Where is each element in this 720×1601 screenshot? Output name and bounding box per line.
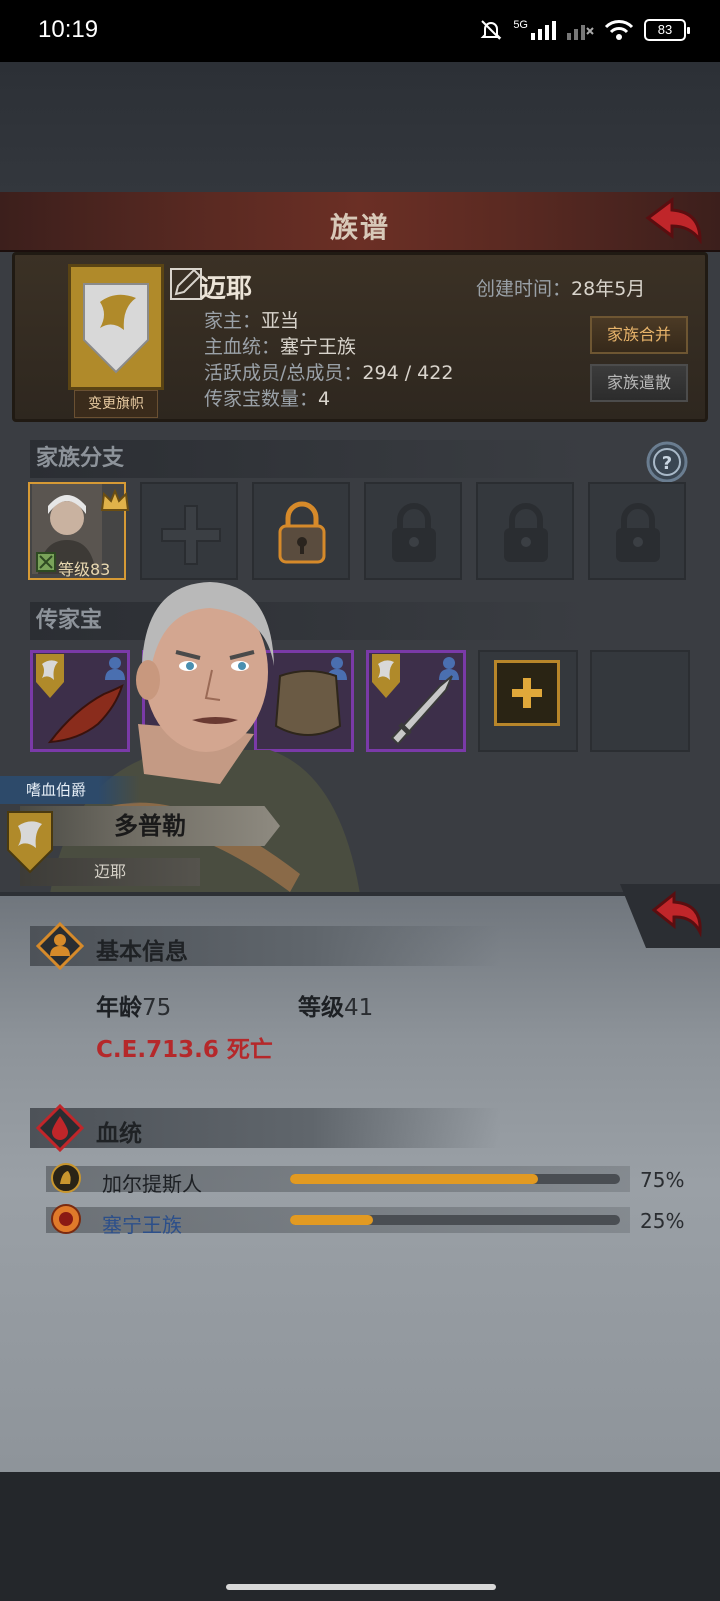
person-info-icon <box>36 922 84 970</box>
branch-flag-icon <box>36 552 56 572</box>
heirloom-count-label: 传家宝数量： <box>204 388 319 410</box>
heirloom-count-line: 传家宝数量：4 <box>204 384 330 411</box>
branches-header: 家族分支 <box>30 440 590 478</box>
backdrop <box>0 62 720 192</box>
bloodline-name-1: 加尔提斯人 <box>102 1172 202 1196</box>
patriarch-value: 亚当 <box>261 310 300 332</box>
patriarch-label: 家主： <box>204 310 262 332</box>
status-time: 10:19 <box>38 16 99 43</box>
family-merge-button[interactable]: 家族合并 <box>590 316 688 354</box>
bloodline-bar-2 <box>290 1215 620 1225</box>
level-label: 等级 <box>298 995 344 1021</box>
bloodline-percent-2: 25% <box>640 1209 685 1233</box>
lock-icon <box>616 503 660 562</box>
bloodline-value: 塞宁王族 <box>280 336 357 358</box>
back-arrow-icon[interactable] <box>644 196 706 244</box>
galtis-emblem-icon <box>51 1163 81 1193</box>
home-indicator[interactable] <box>226 1584 496 1590</box>
members-line: 活跃成员/总成员：294 / 422 <box>204 358 453 385</box>
edit-name-icon[interactable] <box>168 266 204 302</box>
unlockable-lock-icon <box>278 501 326 564</box>
heirloom-count-value: 4 <box>318 388 331 410</box>
sword-icon <box>390 675 453 746</box>
age-value: 75 <box>142 995 172 1021</box>
signal-icon <box>531 21 556 40</box>
bloodline-bar-1 <box>290 1174 620 1184</box>
status-icons: 5G 83 <box>479 18 690 42</box>
svg-text:?: ? <box>662 453 672 474</box>
change-banner-button[interactable]: 变更旗帜 <box>74 390 158 418</box>
back-arrow-icon[interactable] <box>652 890 708 940</box>
lock-icon <box>392 503 436 562</box>
battery-icon: 83 <box>644 19 690 41</box>
bloodline-title: 血统 <box>96 1121 142 1147</box>
bloodline-bar-fill-2 <box>290 1215 373 1225</box>
age-label: 年龄 <box>96 995 142 1021</box>
family-shield-icon <box>7 811 53 874</box>
signal-weak-icon <box>567 25 594 40</box>
bloodline-line: 主血统：塞宁王族 <box>204 332 356 359</box>
basic-info-title: 基本信息 <box>96 939 188 965</box>
character-title: 嗜血伯爵 <box>0 776 140 804</box>
lock-icon <box>504 503 548 562</box>
page-title: 族谱 <box>329 211 390 244</box>
bloodline-percent-1: 75% <box>640 1168 685 1192</box>
bottom-area <box>0 1472 720 1601</box>
plus-icon <box>512 678 542 708</box>
age-stat: 年龄75 <box>96 988 171 1022</box>
created-value: 28年5月 <box>571 278 646 300</box>
patriarch-line: 家主：亚当 <box>204 306 299 333</box>
created-label: 创建时间： <box>476 278 572 300</box>
members-label: 活跃成员/总成员： <box>204 362 363 384</box>
character-portrait <box>50 582 360 894</box>
bloodline-label: 主血统： <box>204 336 281 358</box>
level-value: 41 <box>344 995 374 1021</box>
status-bar: 10:19 5G 83 <box>0 0 720 62</box>
help-icon[interactable]: ? <box>645 440 689 484</box>
heirloom-slot-empty[interactable] <box>590 650 690 752</box>
family-name: 迈耶 <box>200 274 253 304</box>
bloodline-name-2: 塞宁王族 <box>102 1213 182 1237</box>
network-label: 5G <box>513 19 528 31</box>
mute-bell-icon <box>480 20 502 40</box>
wifi-icon <box>604 20 634 40</box>
created-time: 创建时间：28年5月 <box>476 274 645 301</box>
bloodline-bar-fill-1 <box>290 1174 538 1184</box>
sening-royal-emblem-icon <box>51 1204 81 1234</box>
blood-drop-icon <box>36 1104 84 1152</box>
level-stat: 等级41 <box>298 988 373 1022</box>
family-disband-button[interactable]: 家族遣散 <box>590 364 688 402</box>
banner-emblem-icon <box>83 283 149 374</box>
crown-icon <box>100 488 130 511</box>
members-value: 294 / 422 <box>362 362 454 384</box>
death-date: C.E.713.6 死亡 <box>96 1037 273 1063</box>
character-name: 多普勒 <box>20 806 280 846</box>
iron-cross-icon <box>161 505 221 565</box>
title-bar: 族谱 <box>0 192 720 252</box>
